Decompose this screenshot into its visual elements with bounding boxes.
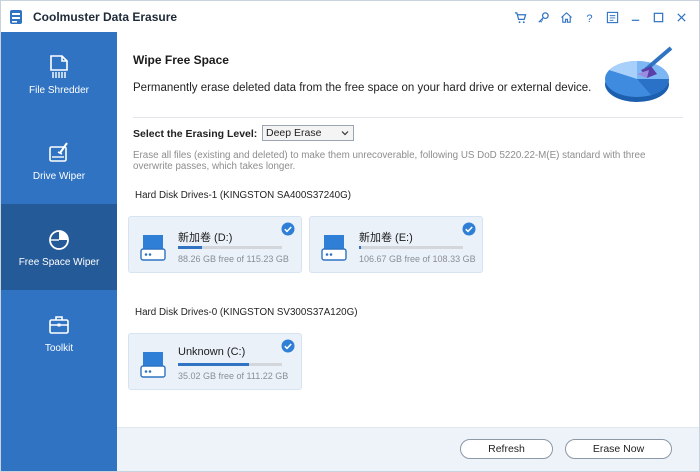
erasing-level-select[interactable]: Deep Erase — [262, 125, 354, 141]
drive-card-e[interactable]: 新加卷 (E:) 106.67 GB free of 108.33 GB — [309, 216, 483, 273]
sidebar-item-label: Free Space Wiper — [18, 256, 100, 268]
key-icon[interactable] — [532, 7, 555, 27]
erase-now-button[interactable]: Erase Now — [565, 439, 672, 459]
sidebar-item-file-shredder[interactable]: File Shredder — [1, 32, 117, 118]
main-panel: Wipe Free Space Permanently erase delete… — [117, 32, 699, 427]
header-separator — [133, 117, 683, 118]
drive-name: 新加卷 (D:) — [178, 232, 233, 244]
erasing-level-note: Erase all files (existing and deleted) t… — [133, 150, 646, 172]
svg-text:?: ? — [586, 13, 592, 24]
drive-wiper-icon — [49, 141, 68, 162]
footer-bar: Refresh Erase Now — [117, 427, 699, 471]
app-window: Coolmuster Data Erasure ? File Shredder … — [0, 0, 700, 472]
checkbox-checked-icon[interactable] — [462, 222, 476, 236]
drive-usage-bar — [359, 246, 463, 249]
sidebar-item-label: File Shredder — [28, 84, 90, 96]
sidebar-item-label: Toolkit — [44, 342, 74, 354]
page-title: Wipe Free Space — [133, 53, 229, 67]
hard-drive-icon — [140, 235, 166, 261]
drive-free-space: 106.67 GB free of 108.33 GB — [359, 254, 476, 264]
page-description: Permanently erase deleted data from the … — [133, 82, 592, 94]
drive-free-space: 88.26 GB free of 115.23 GB — [178, 254, 289, 264]
drive-group-title: Hard Disk Drives-1 (KINGSTON SA400S37240… — [135, 190, 351, 201]
minimize-icon[interactable] — [624, 7, 647, 27]
drive-card-c[interactable]: Unknown (C:) 35.02 GB free of 111.22 GB — [128, 333, 302, 390]
chevron-down-icon — [341, 131, 349, 136]
maximize-icon[interactable] — [647, 7, 670, 27]
app-logo-icon — [10, 10, 22, 24]
refresh-button[interactable]: Refresh — [460, 439, 553, 459]
drive-usage-bar — [178, 246, 282, 249]
drive-name: 新加卷 (E:) — [359, 232, 413, 244]
app-title: Coolmuster Data Erasure — [33, 10, 178, 24]
sidebar: File Shredder Drive Wiper Free Space Wip… — [1, 32, 117, 471]
drive-usage-bar — [178, 363, 282, 366]
checkbox-checked-icon[interactable] — [281, 339, 295, 353]
close-icon[interactable] — [670, 7, 693, 27]
drive-group-title: Hard Disk Drives-0 (KINGSTON SV300S37A12… — [135, 307, 358, 318]
sidebar-item-toolkit[interactable]: Toolkit — [1, 290, 117, 376]
cart-icon[interactable] — [509, 7, 532, 27]
title-bar-controls: ? — [509, 7, 693, 27]
drive-card-d[interactable]: 新加卷 (D:) 88.26 GB free of 115.23 GB — [128, 216, 302, 273]
hard-drive-icon — [140, 352, 166, 378]
drive-name: Unknown (C:) — [178, 346, 246, 358]
feedback-icon[interactable] — [601, 7, 624, 27]
hard-drive-icon — [321, 235, 347, 261]
sidebar-item-free-space-wiper[interactable]: Free Space Wiper — [1, 204, 117, 290]
erasing-level-value: Deep Erase — [266, 127, 322, 139]
toolkit-icon — [49, 315, 69, 334]
checkbox-checked-icon[interactable] — [281, 222, 295, 236]
home-icon[interactable] — [555, 7, 578, 27]
erasing-level-label: Select the Erasing Level: — [133, 128, 258, 140]
pie-chart-broom-illustration — [605, 46, 673, 102]
pie-icon — [49, 229, 69, 250]
sidebar-item-label: Drive Wiper — [32, 170, 86, 182]
title-bar: Coolmuster Data Erasure ? — [1, 1, 699, 32]
help-icon[interactable]: ? — [578, 7, 601, 27]
file-shredder-icon — [50, 54, 68, 78]
sidebar-item-drive-wiper[interactable]: Drive Wiper — [1, 118, 117, 204]
drive-free-space: 35.02 GB free of 111.22 GB — [178, 371, 289, 381]
